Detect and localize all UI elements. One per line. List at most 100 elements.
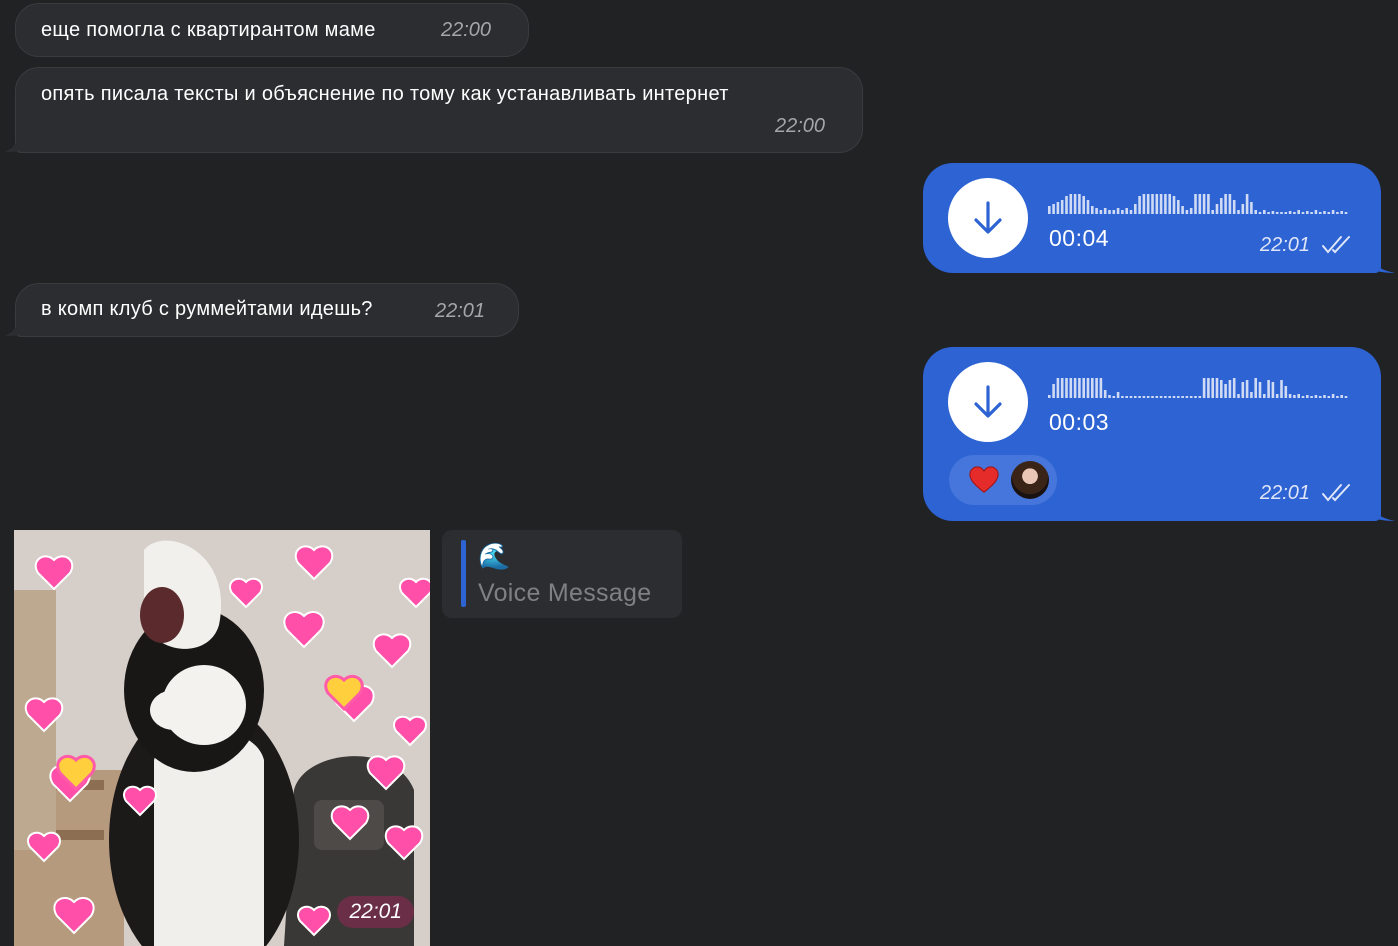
outgoing-voice-message[interactable]: 00:04 22:01 <box>923 163 1395 273</box>
waveform-bar <box>1168 194 1171 214</box>
double-check-icon <box>1322 236 1350 254</box>
reply-preview[interactable]: 🌊 Voice Message <box>442 530 682 618</box>
bubble-tail <box>4 319 28 337</box>
message-time: 22:00 <box>775 115 826 137</box>
waveform-bar <box>1078 194 1081 214</box>
waveform-bar <box>1194 396 1197 398</box>
waveform-bar <box>1073 378 1077 398</box>
waveform-bar <box>1202 378 1206 398</box>
incoming-message[interactable]: еще помогла с квартирантом маме 22:00 <box>15 3 529 57</box>
waveform-bar <box>1108 210 1111 214</box>
voice-waveform[interactable] <box>1048 374 1348 398</box>
wave-emoji-icon: 🌊 <box>478 541 511 571</box>
waveform-bar <box>1318 212 1322 214</box>
waveform-bar <box>1224 384 1227 398</box>
waveform-bar <box>1116 392 1120 398</box>
waveform-bar <box>1254 210 1257 214</box>
waveform-bar <box>1228 380 1232 398</box>
waveform-bar <box>1129 210 1133 214</box>
message-time: 22:00 <box>441 19 492 41</box>
waveform-bar <box>1293 212 1296 214</box>
avatar[interactable] <box>1011 461 1049 499</box>
reply-label: Voice Message <box>478 579 652 607</box>
waveform-bar <box>1052 384 1055 398</box>
message-time: 22:01 <box>337 896 414 928</box>
waveform-bar <box>1134 396 1137 398</box>
waveform-bar <box>1142 194 1146 214</box>
waveform-bar <box>1280 380 1283 398</box>
waveform-bar <box>1099 210 1103 214</box>
waveform-bar <box>1275 394 1279 398</box>
waveform-bar <box>1198 396 1202 398</box>
waveform-bar <box>1207 194 1210 214</box>
voice-waveform[interactable] <box>1048 190 1348 214</box>
waveform-bar <box>1095 378 1098 398</box>
waveform-bar <box>1323 395 1326 398</box>
waveform-bar <box>1134 204 1137 214</box>
waveform-bar <box>1138 196 1141 214</box>
cat-sticker[interactable]: 22:01 <box>14 530 430 946</box>
waveform-bar <box>1082 378 1085 398</box>
waveform-bar <box>1155 396 1159 398</box>
waveform-bar <box>1164 194 1167 214</box>
download-button[interactable] <box>948 178 1028 258</box>
reaction-chip[interactable] <box>949 455 1057 505</box>
chat-area: еще помогла с квартирантом маме 22:00 оп… <box>0 0 1398 946</box>
waveform-bar <box>1069 194 1073 214</box>
waveform-bar <box>1241 382 1245 398</box>
waveform-bar <box>1172 396 1176 398</box>
message-time: 22:01 <box>435 300 486 322</box>
waveform-bar <box>1314 210 1318 214</box>
waveform-bar <box>1215 378 1219 398</box>
waveform-bar <box>1146 194 1150 214</box>
incoming-message[interactable]: опять писала тексты и объяснение по тому… <box>4 67 863 153</box>
waveform-bar <box>1056 202 1060 214</box>
waveform-bar <box>1091 378 1094 398</box>
waveform-bar <box>1198 194 1202 214</box>
waveform-bar <box>1194 194 1197 214</box>
waveform-bar <box>1159 194 1163 214</box>
waveform-bar <box>1271 211 1275 214</box>
waveform-bar <box>1060 378 1064 398</box>
waveform-bar <box>1293 395 1296 398</box>
outgoing-voice-message[interactable]: 00:03 22:01 <box>923 347 1395 521</box>
waveform-bar <box>1336 396 1339 398</box>
waveform-bar <box>1095 208 1098 214</box>
waveform-bar <box>1181 206 1184 214</box>
download-button[interactable] <box>948 362 1028 442</box>
waveform-bar <box>1207 378 1210 398</box>
waveform-bar <box>1108 395 1111 398</box>
waveform-bar <box>1155 194 1159 214</box>
waveform-bar <box>1172 196 1176 214</box>
waveform-bar <box>1065 196 1068 214</box>
waveform-bar <box>1245 194 1249 214</box>
waveform-bar <box>1181 396 1184 398</box>
waveform-bar <box>1228 194 1232 214</box>
waveform-bar <box>1331 394 1335 398</box>
waveform-bar <box>1099 378 1103 398</box>
waveform-bar <box>1241 204 1245 214</box>
waveform-bar <box>1254 378 1257 398</box>
bubble-tail <box>4 135 28 153</box>
waveform-bar <box>1237 394 1240 398</box>
waveform-bar <box>1159 396 1163 398</box>
waveform-bar <box>1258 212 1262 214</box>
message-text: в комп клуб с руммейтами идешь? <box>41 298 373 320</box>
incoming-message[interactable]: в комп клуб с руммейтами идешь? 22:01 <box>4 283 519 337</box>
waveform-bar <box>1103 390 1107 398</box>
double-check-icon <box>1322 484 1350 502</box>
red-heart-icon <box>969 466 999 493</box>
waveform-bar <box>1142 396 1146 398</box>
waveform-bar <box>1336 212 1339 214</box>
waveform-bar <box>1056 378 1060 398</box>
waveform-bar <box>1073 194 1077 214</box>
waveform-bar <box>1189 208 1193 214</box>
waveform-bar <box>1297 394 1300 398</box>
waveform-bar <box>1048 206 1051 214</box>
waveform-bar <box>1301 396 1305 398</box>
waveform-bar <box>1331 210 1335 214</box>
waveform-bar <box>1344 396 1348 398</box>
waveform-bar <box>1185 396 1189 398</box>
waveform-bar <box>1327 212 1331 214</box>
waveform-bar <box>1263 394 1266 398</box>
